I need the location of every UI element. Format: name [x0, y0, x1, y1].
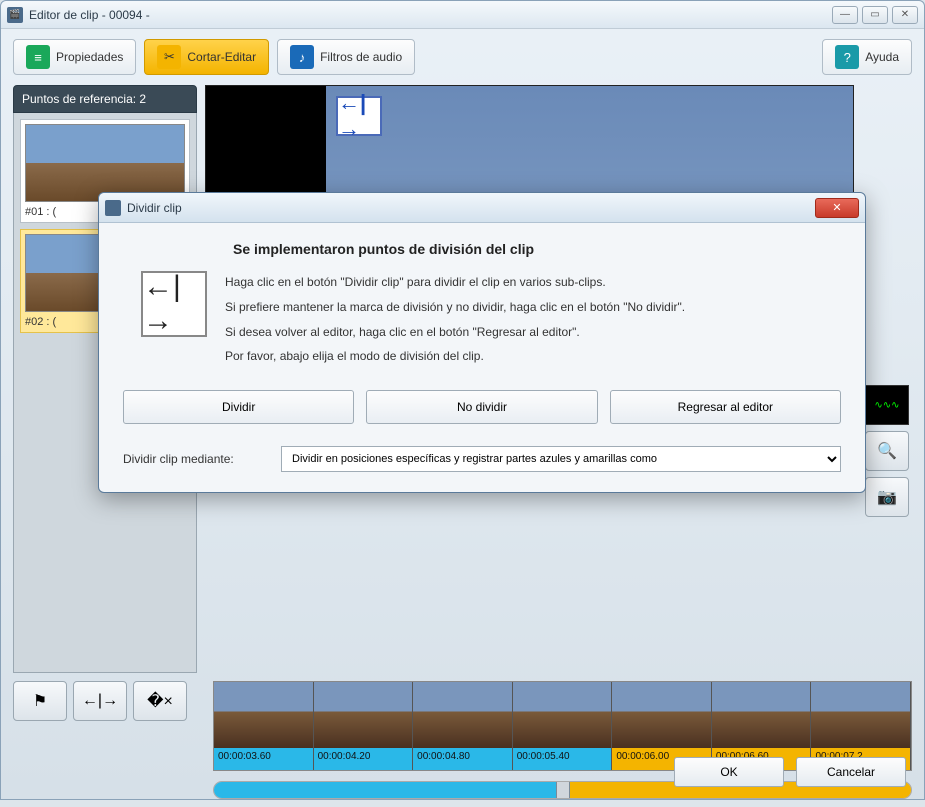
music-note-icon: ♪ — [290, 45, 314, 69]
dialog-line: Por favor, abajo elija el modo de divisi… — [225, 345, 841, 368]
frame-thumbnail — [513, 682, 612, 748]
timeline-frame[interactable]: 00:00:04.80 — [413, 682, 513, 770]
split-confirm-button[interactable]: Dividir — [123, 390, 354, 424]
close-button[interactable]: ✕ — [892, 6, 918, 24]
dialog-close-button[interactable]: ✕ — [815, 198, 859, 218]
help-label: Ayuda — [865, 50, 899, 64]
scrub-handle[interactable] — [556, 781, 570, 799]
flag-button[interactable]: ⚑ — [13, 681, 67, 721]
titlebar: 🎬 Editor de clip - 00094 - — ▭ ✕ — [1, 1, 924, 29]
frame-thumbnail — [712, 682, 811, 748]
right-toolbar: ∿∿∿ 🔍 📷 — [862, 85, 912, 673]
timeline-frame[interactable]: 00:00:04.20 — [314, 682, 414, 770]
frame-thumbnail — [314, 682, 413, 748]
dialog-line: Si prefiere mantener la marca de divisió… — [225, 296, 841, 319]
window-title: Editor de clip - 00094 - — [29, 8, 150, 22]
minimize-button[interactable]: — — [832, 6, 858, 24]
footer-buttons: OK Cancelar — [674, 757, 906, 787]
audio-filters-button[interactable]: ♪ Filtros de audio — [277, 39, 415, 75]
reference-points-header: Puntos de referencia: 2 — [13, 85, 197, 113]
dialog-titlebar: Dividir clip ✕ — [99, 193, 865, 223]
zoom-tool-button[interactable]: 🔍 — [865, 431, 909, 471]
frame-timestamp: 00:00:03.60 — [214, 748, 313, 770]
audio-filters-label: Filtros de audio — [320, 50, 402, 64]
no-split-button[interactable]: No dividir — [366, 390, 597, 424]
properties-label: Propiedades — [56, 50, 123, 64]
timeline-frame[interactable]: 00:00:03.60 — [214, 682, 314, 770]
waveform-display: ∿∿∿ — [865, 385, 909, 425]
split-marker-icon[interactable]: ←|→ — [336, 96, 382, 136]
scissors-icon: ✂ — [157, 45, 181, 69]
camera-tool-button[interactable]: 📷 — [865, 477, 909, 517]
dialog-app-icon — [105, 200, 121, 216]
delete-button[interactable]: �× — [133, 681, 187, 721]
dialog-heading: Se implementaron puntos de división del … — [233, 241, 841, 257]
frame-thumbnail — [214, 682, 313, 748]
cancel-button[interactable]: Cancelar — [796, 757, 906, 787]
frame-thumbnail — [811, 682, 910, 748]
properties-button[interactable]: ≡ Propiedades — [13, 39, 136, 75]
frame-thumbnail — [612, 682, 711, 748]
timeline-frame[interactable]: 00:00:05.40 — [513, 682, 613, 770]
scrub-blue-region — [214, 782, 563, 798]
help-button[interactable]: ? Ayuda — [822, 39, 912, 75]
cut-edit-label: Cortar-Editar — [187, 50, 256, 64]
frame-thumbnail — [413, 682, 512, 748]
maximize-button[interactable]: ▭ — [862, 6, 888, 24]
frame-timestamp: 00:00:04.20 — [314, 748, 413, 770]
cut-edit-button[interactable]: ✂ Cortar-Editar — [144, 39, 269, 75]
toolbar: ≡ Propiedades ✂ Cortar-Editar ♪ Filtros … — [1, 29, 924, 85]
split-icon: ←|→ — [141, 271, 207, 337]
dialog-line: Haga clic en el botón "Dividir clip" par… — [225, 271, 841, 294]
dialog-description: Haga clic en el botón "Dividir clip" par… — [225, 271, 841, 370]
help-icon: ? — [835, 45, 859, 69]
split-button[interactable]: ←|→ — [73, 681, 127, 721]
split-mode-select[interactable]: Dividir en posiciones específicas y regi… — [281, 446, 841, 472]
frame-timestamp: 00:00:04.80 — [413, 748, 512, 770]
reference-thumbnail — [25, 124, 185, 202]
dialog-line: Si desea volver al editor, haga clic en … — [225, 321, 841, 344]
split-clip-dialog: Dividir clip ✕ Se implementaron puntos d… — [98, 192, 866, 493]
document-icon: ≡ — [26, 45, 50, 69]
frame-timestamp: 00:00:05.40 — [513, 748, 612, 770]
back-to-editor-button[interactable]: Regresar al editor — [610, 390, 841, 424]
dialog-title: Dividir clip — [127, 201, 182, 215]
ok-button[interactable]: OK — [674, 757, 784, 787]
app-icon: 🎬 — [7, 7, 23, 23]
split-mode-label: Dividir clip mediante: — [123, 452, 263, 466]
